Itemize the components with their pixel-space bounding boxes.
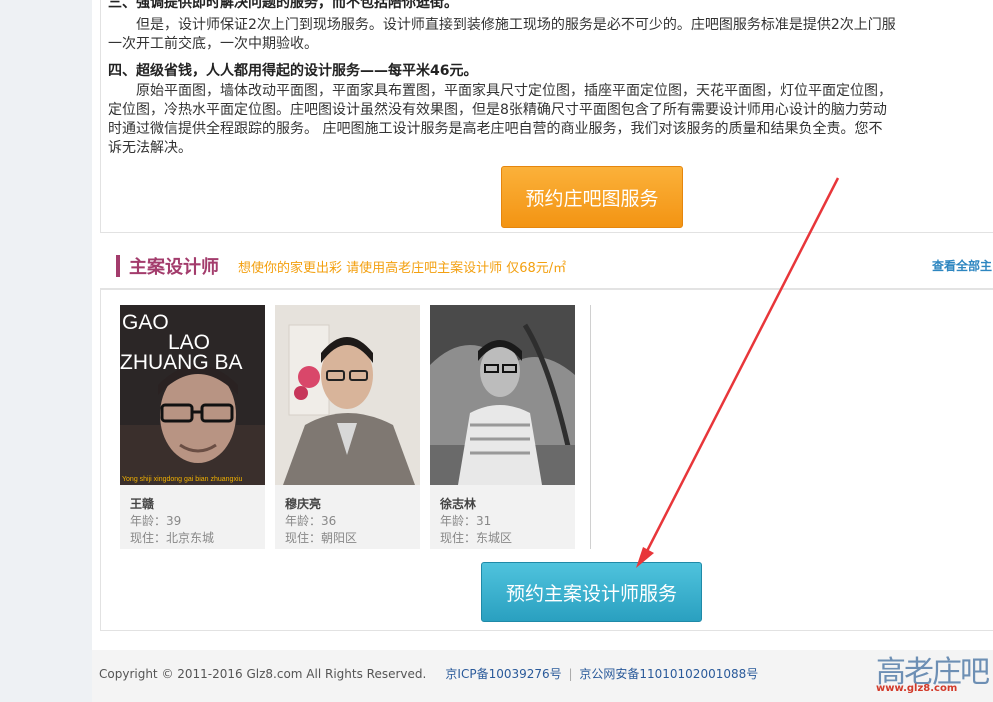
footer: Copyright © 2011-2016 Glz8.com All Right… [92, 650, 993, 702]
copyright-text: Copyright © 2011-2016 Glz8.com All Right… [99, 667, 427, 681]
police-record-link[interactable]: 京公网安备11010102001088号 [579, 667, 758, 681]
footer-text: Copyright © 2011-2016 Glz8.com All Right… [99, 665, 758, 682]
red-arrow-icon [636, 177, 840, 568]
footer-separator: | [568, 667, 573, 681]
watermark-url: www.glz8.com [876, 683, 958, 694]
watermark-logo: 高老庄吧 www.glz8.com [872, 647, 990, 699]
icp-link[interactable]: 京ICP备10039276号 [445, 667, 561, 681]
